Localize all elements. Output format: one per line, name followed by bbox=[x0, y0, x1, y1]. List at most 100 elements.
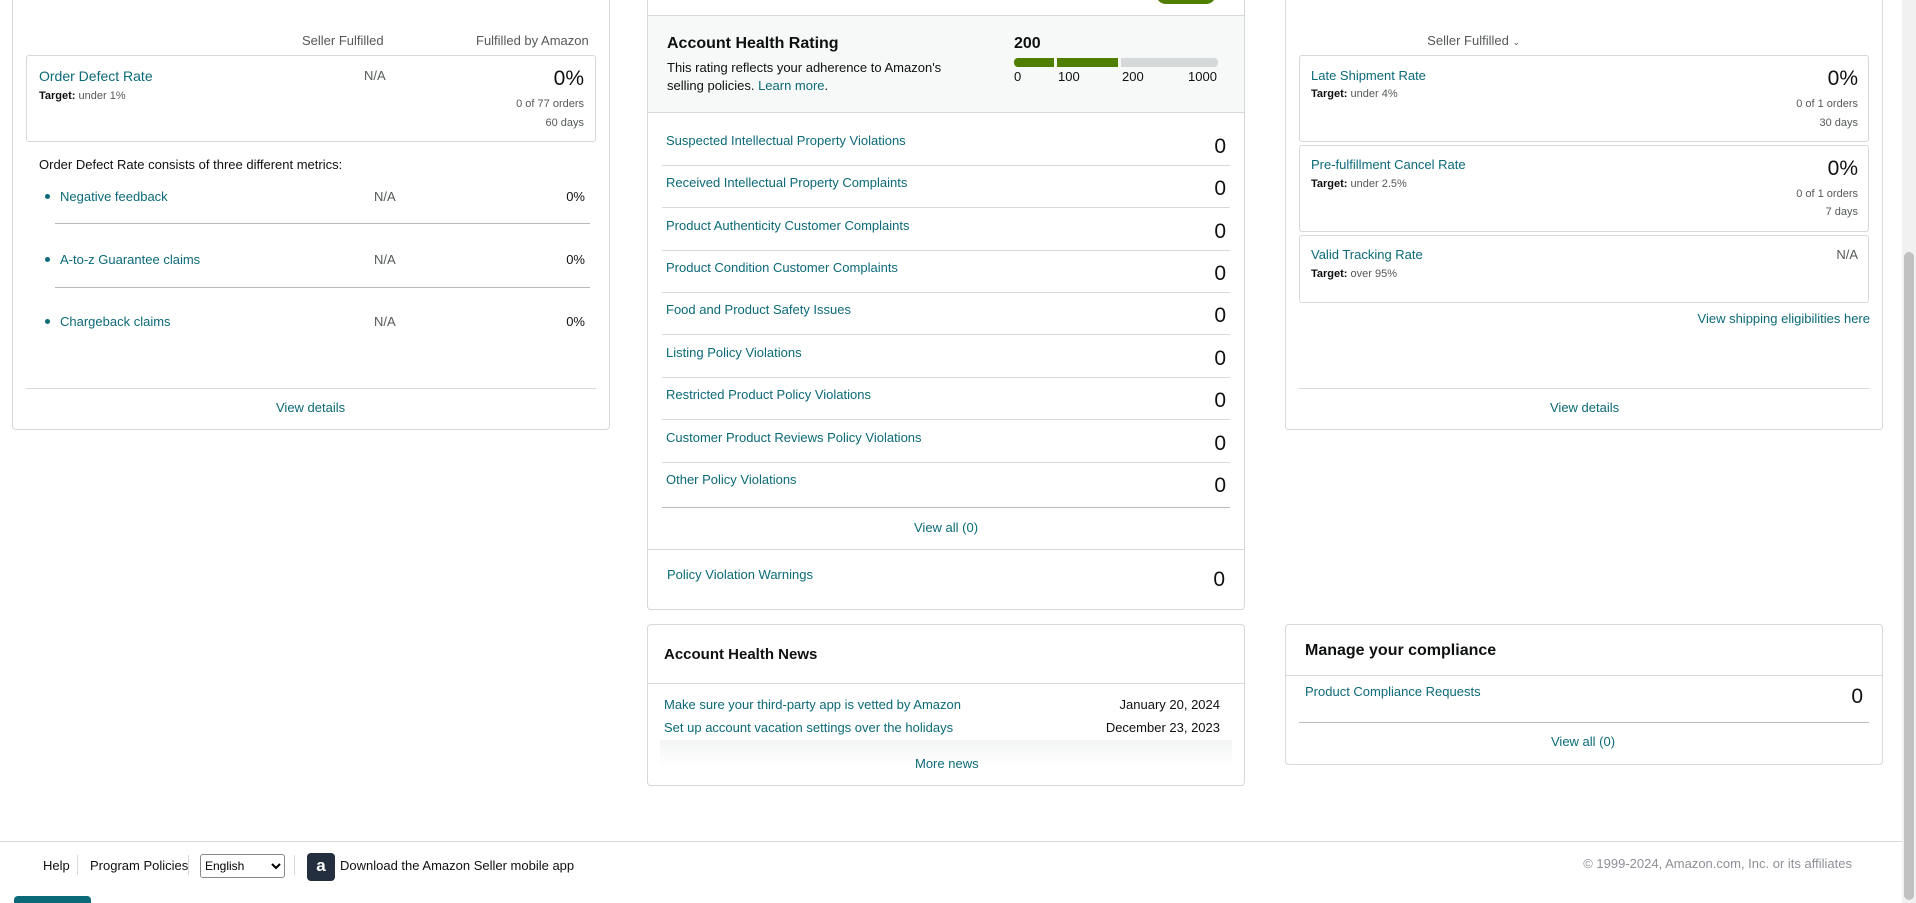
news-title: Account Health News bbox=[664, 646, 818, 663]
bullet-icon bbox=[45, 257, 50, 262]
cancel-rate-value: 0% bbox=[1827, 157, 1858, 180]
footer-copyright: © 1999-2024, Amazon.com, Inc. or its aff… bbox=[1583, 856, 1852, 871]
download-app-text[interactable]: Download the Amazon Seller mobile app bbox=[340, 858, 574, 873]
metric-negative-feedback-seller: N/A bbox=[374, 189, 396, 204]
footer-divider bbox=[0, 841, 1902, 842]
cancel-rate-period: 7 days bbox=[1825, 206, 1858, 218]
product-compliance-requests-link[interactable]: Product Compliance Requests bbox=[1305, 684, 1481, 699]
feedback-button-edge[interactable] bbox=[14, 896, 91, 903]
violation-row: Customer Product Reviews Policy Violatio… bbox=[662, 421, 1230, 463]
target-value: under 4% bbox=[1350, 88, 1398, 100]
more-news-link[interactable]: More news bbox=[915, 756, 979, 771]
health-scale-label-200: 200 bbox=[1122, 69, 1144, 84]
odr-period: 60 days bbox=[545, 117, 584, 129]
amazon-app-icon[interactable]: a bbox=[307, 853, 335, 881]
violation-link[interactable]: Restricted Product Policy Violations bbox=[666, 387, 871, 402]
compliance-title: Manage your compliance bbox=[1305, 642, 1497, 659]
health-scale-label-0: 0 bbox=[1014, 69, 1022, 84]
violation-row: Food and Product Safety Issues 0 bbox=[662, 293, 1230, 335]
violation-row: Listing Policy Violations 0 bbox=[662, 336, 1230, 378]
scrollbar-thumb[interactable] bbox=[1904, 252, 1914, 900]
bullet-icon bbox=[45, 319, 50, 324]
news-item-date: January 20, 2024 bbox=[1119, 697, 1220, 712]
valid-tracking-rate-link[interactable]: Valid Tracking Rate bbox=[1311, 247, 1423, 262]
violations-view-all-link[interactable]: View all (0) bbox=[914, 520, 978, 535]
metric-atoz-claims-link[interactable]: A-to-z Guarantee claims bbox=[60, 252, 200, 267]
odr-title-link[interactable]: Order Defect Rate bbox=[39, 68, 153, 84]
learn-more-link[interactable]: Learn more bbox=[758, 78, 824, 93]
news-item-link[interactable]: Make sure your third-party app is vetted… bbox=[664, 697, 961, 712]
divider bbox=[1299, 722, 1869, 723]
footer-program-policies-link[interactable]: Program Policies bbox=[90, 858, 188, 873]
news-item-link[interactable]: Set up account vacation settings over th… bbox=[664, 720, 953, 735]
violation-link[interactable]: Customer Product Reviews Policy Violatio… bbox=[666, 430, 922, 445]
violation-count: 0 bbox=[1214, 177, 1226, 200]
health-rating-score: 200 bbox=[1014, 35, 1041, 52]
target-label: Target: bbox=[1311, 178, 1348, 190]
odr-seller-value: N/A bbox=[364, 68, 386, 83]
target-value: over 95% bbox=[1350, 268, 1398, 280]
column-header-seller-fulfilled: Seller Fulfilled bbox=[302, 33, 384, 48]
divider bbox=[648, 549, 1244, 550]
shipping-view-details-link[interactable]: View details bbox=[1550, 400, 1619, 415]
column-header-fulfilled-by-amazon: Fulfilled by Amazon bbox=[476, 33, 589, 48]
odr-target-value: under 1% bbox=[78, 90, 126, 102]
violation-link[interactable]: Product Authenticity Customer Complaints bbox=[666, 218, 910, 233]
target-label: Target: bbox=[1311, 268, 1348, 280]
violation-link[interactable]: Listing Policy Violations bbox=[666, 345, 802, 360]
violation-link[interactable]: Food and Product Safety Issues bbox=[666, 302, 851, 317]
divider bbox=[1286, 675, 1882, 676]
divider bbox=[26, 388, 596, 389]
violation-row: Suspected Intellectual Property Violatio… bbox=[662, 124, 1230, 166]
metric-atoz-claims-amazon: 0% bbox=[566, 252, 585, 267]
health-bar-segment-3 bbox=[1121, 58, 1218, 67]
violation-link[interactable]: Product Condition Customer Complaints bbox=[666, 260, 898, 275]
view-shipping-eligibilities-link[interactable]: View shipping eligibilities here bbox=[1698, 311, 1870, 326]
violation-row: Received Intellectual Property Complaint… bbox=[662, 166, 1230, 208]
footer-help-link[interactable]: Help bbox=[43, 858, 70, 873]
policy-violation-warnings-count: 0 bbox=[1213, 568, 1225, 591]
violation-row: Product Authenticity Customer Complaints… bbox=[662, 209, 1230, 251]
divider bbox=[55, 223, 590, 224]
violation-count: 0 bbox=[1214, 262, 1226, 285]
violation-count: 0 bbox=[1214, 220, 1226, 243]
bullet-icon bbox=[45, 194, 50, 199]
cancel-rate-target: Target: under 2.5% bbox=[1311, 178, 1407, 190]
violation-count: 0 bbox=[1214, 474, 1226, 497]
late-shipment-rate-link[interactable]: Late Shipment Rate bbox=[1311, 68, 1426, 83]
odr-target: Target: under 1% bbox=[39, 90, 126, 102]
language-select[interactable]: English bbox=[200, 854, 285, 878]
left-view-details-link[interactable]: View details bbox=[276, 400, 345, 415]
late-shipment-target: Target: under 4% bbox=[1311, 88, 1398, 100]
metric-chargeback-claims-amazon: 0% bbox=[566, 314, 585, 329]
violation-row: Restricted Product Policy Violations 0 bbox=[662, 378, 1230, 420]
metric-negative-feedback-link[interactable]: Negative feedback bbox=[60, 189, 168, 204]
metric-atoz-claims-seller: N/A bbox=[374, 252, 396, 267]
odr-target-label: Target: bbox=[39, 90, 76, 102]
violation-link[interactable]: Other Policy Violations bbox=[666, 472, 797, 487]
tracking-rate-target: Target: over 95% bbox=[1311, 268, 1397, 280]
violation-row: Other Policy Violations 0 bbox=[662, 463, 1230, 508]
news-item-date: December 23, 2023 bbox=[1105, 720, 1220, 735]
health-scale-label-1000: 1000 bbox=[1188, 69, 1217, 84]
violation-count: 0 bbox=[1214, 432, 1226, 455]
health-rating-title: Account Health Rating bbox=[667, 35, 839, 52]
fulfillment-dropdown-label: Seller Fulfilled bbox=[1427, 33, 1509, 48]
violation-link[interactable]: Received Intellectual Property Complaint… bbox=[666, 175, 907, 190]
pre-fulfillment-cancel-rate-link[interactable]: Pre-fulfillment Cancel Rate bbox=[1311, 157, 1466, 172]
compliance-view-all-link[interactable]: View all (0) bbox=[1551, 734, 1615, 749]
odr-consists-text: Order Defect Rate consists of three diff… bbox=[39, 157, 343, 172]
metric-chargeback-claims-link[interactable]: Chargeback claims bbox=[60, 314, 171, 329]
violation-count: 0 bbox=[1214, 135, 1226, 158]
violation-count: 0 bbox=[1214, 304, 1226, 327]
chevron-down-icon: ⌄ bbox=[1512, 37, 1520, 47]
target-value: under 2.5% bbox=[1350, 178, 1407, 190]
fulfillment-dropdown[interactable]: Seller Fulfilled ⌄ bbox=[1427, 33, 1520, 48]
footer-separator bbox=[77, 855, 78, 875]
violation-link[interactable]: Suspected Intellectual Property Violatio… bbox=[666, 133, 906, 148]
violation-count: 0 bbox=[1214, 347, 1226, 370]
policy-violation-warnings-link[interactable]: Policy Violation Warnings bbox=[667, 567, 813, 582]
footer-separator bbox=[294, 855, 295, 875]
late-shipment-value: 0% bbox=[1827, 67, 1858, 90]
health-scale-label-100: 100 bbox=[1058, 69, 1080, 84]
